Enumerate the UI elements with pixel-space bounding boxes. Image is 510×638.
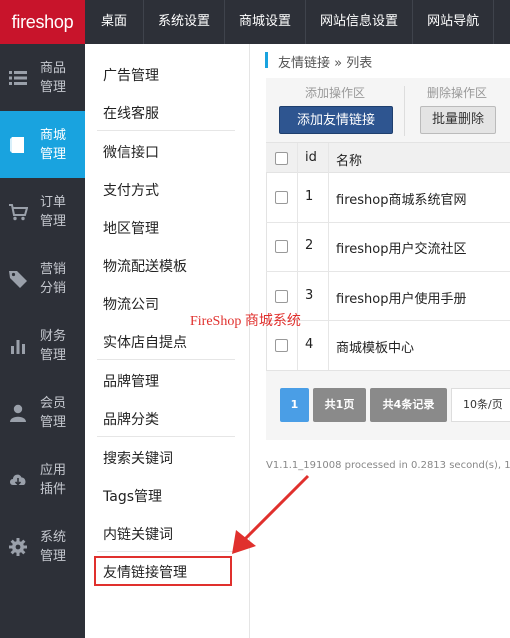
- topnav-site-info-settings[interactable]: 网站信息设置: [306, 0, 414, 44]
- table-cell-name: 商城模板中心: [336, 341, 415, 356]
- submenu-item-shipping-template[interactable]: 物流配送模板: [103, 256, 187, 276]
- sidebar-item-label: 应用插件: [40, 463, 67, 497]
- sidebar-item-plugins[interactable]: 应用插件: [0, 446, 85, 513]
- bar-chart-icon: [11, 340, 25, 354]
- sidebar-item-label: 商城管理: [40, 128, 67, 162]
- sidebar-item-label: 商品管理: [40, 61, 67, 95]
- sidebar-item-goods[interactable]: 商品管理: [0, 44, 85, 111]
- select-all-checkbox[interactable]: [275, 152, 288, 165]
- submenu-item-ads[interactable]: 广告管理: [103, 65, 159, 85]
- breadcrumb: 友情链接 » 列表: [278, 56, 373, 71]
- row-checkbox[interactable]: [275, 240, 288, 253]
- submenu-item-tags[interactable]: Tags管理: [103, 486, 162, 506]
- submenu-item-wechat-api[interactable]: 微信接口: [103, 142, 159, 162]
- topnav-desktop[interactable]: 桌面: [85, 0, 145, 44]
- sidebar-item-label: 订单管理: [40, 195, 67, 229]
- submenu-divider: [97, 436, 235, 437]
- table-cell-name: fireshop商城系统官网: [336, 193, 467, 208]
- row-checkbox[interactable]: [275, 339, 288, 352]
- submenu-divider: [97, 551, 235, 552]
- row-divider: [266, 271, 510, 272]
- watermark-text: FireShop 商城系统: [190, 314, 301, 329]
- sidebar-item-label: 系统管理: [40, 530, 67, 564]
- column-header-name[interactable]: 名称: [336, 150, 362, 169]
- page-total-records: 共4条记录: [370, 388, 447, 422]
- cart-icon: [9, 204, 28, 221]
- submenu-item-pickup-points[interactable]: 实体店自提点: [103, 332, 187, 352]
- page-total-pages: 共1页: [313, 388, 366, 422]
- sidebar-item-mall[interactable]: 商城管理: [0, 111, 85, 178]
- sidebar-item-finance[interactable]: 财务管理: [0, 312, 85, 379]
- table-cell-id: 1: [305, 189, 314, 204]
- topnav-system-settings[interactable]: 系统设置: [144, 0, 226, 44]
- submenu-item-payment[interactable]: 支付方式: [103, 180, 159, 200]
- submenu-item-internal-links[interactable]: 内链关键词: [103, 524, 173, 544]
- submenu-divider: [97, 130, 235, 131]
- add-area-label: 添加操作区: [305, 86, 366, 100]
- table-header: [266, 143, 510, 173]
- breadcrumb-accent: [265, 52, 268, 68]
- toolbar-divider: [404, 86, 405, 136]
- sidebar-item-label: 会员管理: [40, 396, 67, 430]
- table-cell-name: fireshop用户交流社区: [336, 242, 467, 257]
- sidebar-item-label: 营销分销: [40, 262, 67, 296]
- column-header-id[interactable]: id: [305, 150, 317, 165]
- book-icon: [10, 137, 24, 153]
- tag-icon: [9, 271, 27, 288]
- gear-icon: [9, 538, 27, 556]
- row-divider: [266, 320, 510, 321]
- column-divider: [297, 143, 298, 370]
- sidebar-item-label: 财务管理: [40, 329, 67, 363]
- table-cell-name: fireshop用户使用手册: [336, 292, 467, 307]
- submenu-item-region[interactable]: 地区管理: [103, 218, 159, 238]
- top-nav: 桌面 系统设置 商城设置 网站信息设置 网站导航: [85, 0, 495, 44]
- user-icon: [10, 404, 26, 422]
- table-cell-id: 2: [305, 238, 314, 253]
- row-checkbox[interactable]: [275, 191, 288, 204]
- topnav-mall-settings[interactable]: 商城设置: [225, 0, 307, 44]
- sidebar-item-system[interactable]: 系统管理: [0, 513, 85, 580]
- page-current-button[interactable]: 1: [280, 388, 309, 422]
- submenu-item-brands[interactable]: 品牌管理: [103, 371, 159, 391]
- sidebar-item-orders[interactable]: 订单管理: [0, 178, 85, 245]
- row-divider: [266, 222, 510, 223]
- submenu-item-brand-category[interactable]: 品牌分类: [103, 409, 159, 429]
- submenu-divider: [97, 359, 235, 360]
- topnav-site-navigation[interactable]: 网站导航: [413, 0, 495, 44]
- list-icon: [9, 71, 27, 85]
- annotation-highlight-box: [94, 556, 232, 586]
- submenu-item-online-service[interactable]: 在线客服: [103, 103, 159, 123]
- app-logo[interactable]: fireshop: [0, 0, 85, 44]
- submenu-item-search-keywords[interactable]: 搜索关键词: [103, 448, 173, 468]
- sidebar-item-marketing[interactable]: 营销分销: [0, 245, 85, 312]
- row-checkbox[interactable]: [275, 290, 288, 303]
- add-friend-link-button[interactable]: 添加友情链接: [279, 106, 393, 134]
- delete-area-label: 删除操作区: [427, 86, 488, 100]
- annotation-arrow-icon: [232, 474, 310, 554]
- table-cell-id: 3: [305, 288, 314, 303]
- table-cell-id: 4: [305, 337, 314, 352]
- sidebar-item-members[interactable]: 会员管理: [0, 379, 85, 446]
- column-divider: [328, 143, 329, 370]
- submenu-item-logistics[interactable]: 物流公司: [103, 294, 159, 314]
- page-size-select[interactable]: 10条/页: [451, 388, 510, 422]
- batch-delete-button[interactable]: 批量删除: [420, 106, 496, 134]
- cloud-download-icon: [10, 474, 26, 486]
